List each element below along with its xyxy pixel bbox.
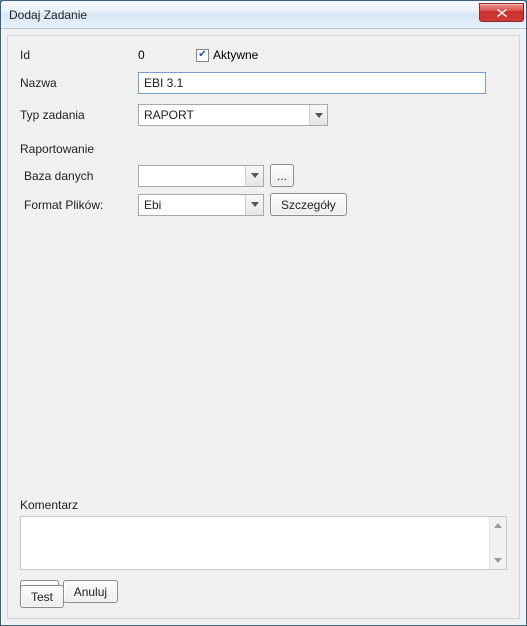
reporting-section-title: Raportowanie bbox=[20, 142, 507, 156]
row-id: Id 0 ✔ Aktywne bbox=[20, 48, 507, 62]
footer: Test OK Anuluj bbox=[20, 580, 507, 608]
window-title: Dodaj Zadanie bbox=[9, 8, 479, 22]
comment-wrap bbox=[20, 516, 507, 570]
chevron-down-icon bbox=[245, 166, 263, 186]
name-label: Nazwa bbox=[20, 76, 138, 90]
row-name: Nazwa bbox=[20, 72, 507, 94]
file-format-select[interactable]: Ebi bbox=[138, 194, 264, 216]
details-button[interactable]: Szczegóły bbox=[270, 193, 347, 216]
name-input[interactable] bbox=[138, 72, 486, 94]
cancel-button[interactable]: Anuluj bbox=[63, 580, 118, 603]
main-panel: Id 0 ✔ Aktywne Nazwa Typ zadania bbox=[7, 35, 520, 619]
row-file-format: Format Plików: Ebi Szczegóły bbox=[20, 193, 507, 216]
active-label: Aktywne bbox=[213, 48, 258, 62]
close-icon bbox=[497, 9, 507, 17]
window: Dodaj Zadanie Id 0 ✔ Aktywne N bbox=[0, 0, 527, 626]
scrollbar[interactable] bbox=[489, 517, 506, 569]
file-format-label: Format Plików: bbox=[24, 198, 138, 212]
client-area: Id 0 ✔ Aktywne Nazwa Typ zadania bbox=[1, 29, 526, 625]
browse-button[interactable]: ... bbox=[270, 164, 294, 187]
active-checkbox[interactable]: ✔ Aktywne bbox=[196, 48, 258, 62]
checkbox-box: ✔ bbox=[196, 49, 209, 62]
test-button[interactable]: Test bbox=[20, 585, 64, 608]
scroll-down-icon[interactable] bbox=[490, 552, 506, 569]
chevron-down-icon bbox=[309, 105, 327, 125]
task-type-select[interactable]: RAPORT bbox=[138, 104, 328, 126]
chevron-down-icon bbox=[245, 195, 263, 215]
comment-textarea[interactable] bbox=[21, 517, 488, 569]
database-label: Baza danych bbox=[24, 169, 138, 183]
database-select[interactable] bbox=[138, 165, 264, 187]
scroll-up-icon[interactable] bbox=[490, 517, 506, 534]
file-format-value: Ebi bbox=[144, 198, 161, 212]
row-database: Baza danych ... bbox=[20, 164, 507, 187]
task-type-value: RAPORT bbox=[144, 108, 194, 122]
close-button[interactable] bbox=[479, 3, 524, 22]
row-task-type: Typ zadania RAPORT bbox=[20, 104, 507, 126]
id-value: 0 bbox=[138, 48, 196, 62]
id-label: Id bbox=[20, 48, 138, 62]
task-type-label: Typ zadania bbox=[20, 108, 138, 122]
titlebar[interactable]: Dodaj Zadanie bbox=[1, 1, 526, 29]
check-icon: ✔ bbox=[198, 50, 206, 60]
comment-label: Komentarz bbox=[20, 498, 507, 512]
